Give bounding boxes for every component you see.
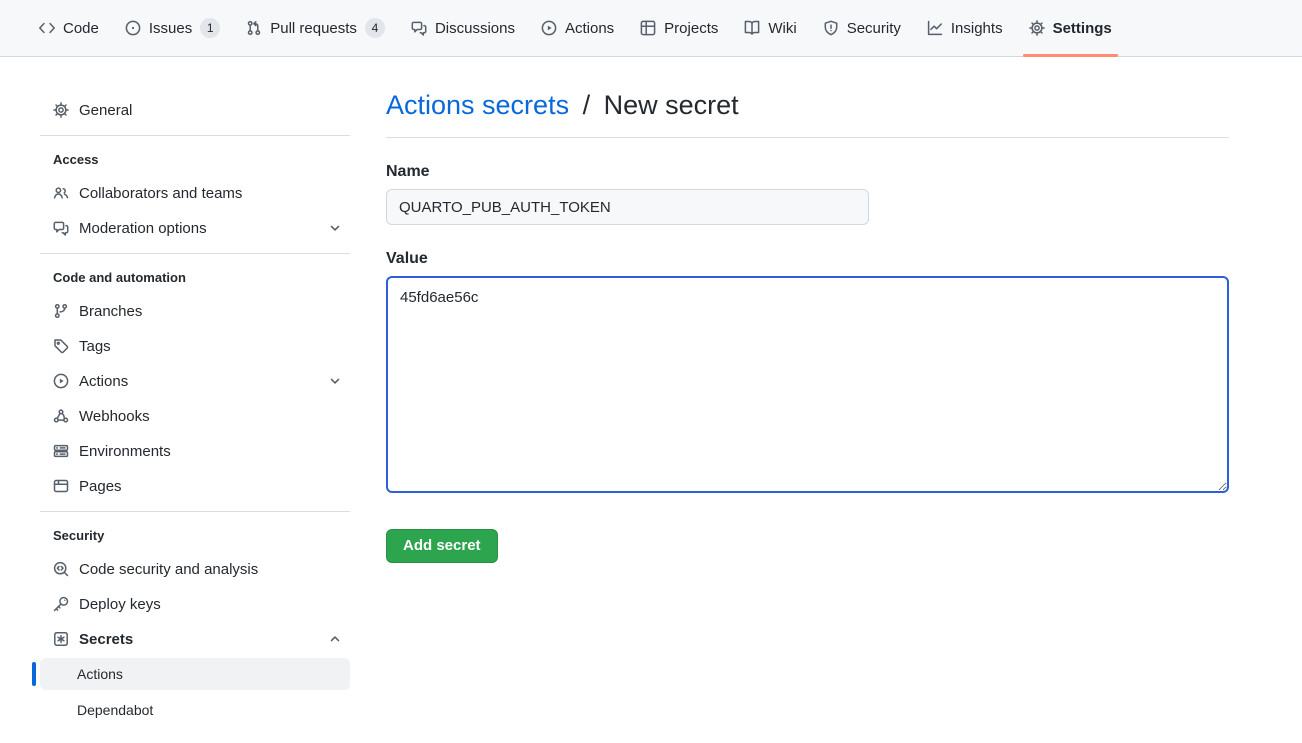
sidebar-item-branches[interactable]: Branches bbox=[40, 295, 350, 327]
sidebar-item-tags[interactable]: Tags bbox=[40, 330, 350, 362]
sidebar-item-label: General bbox=[79, 102, 132, 119]
people-icon bbox=[53, 185, 69, 201]
sidebar-item-environments[interactable]: Environments bbox=[40, 435, 350, 467]
new-secret-form: Actions secrets / New secret Name Value … bbox=[386, 89, 1229, 563]
chevron-up-icon bbox=[328, 632, 342, 646]
tab-security[interactable]: Security bbox=[813, 0, 911, 56]
tab-label: Code bbox=[63, 21, 99, 36]
chevron-down-icon bbox=[328, 374, 342, 388]
gear-icon bbox=[1029, 20, 1045, 36]
add-secret-button[interactable]: Add secret bbox=[386, 529, 498, 563]
tab-label: Projects bbox=[664, 21, 718, 36]
sidebar-subitem-secrets-dependabot[interactable]: Dependabot bbox=[40, 694, 350, 726]
tab-label: Insights bbox=[951, 21, 1003, 36]
secret-value-textarea[interactable] bbox=[386, 276, 1229, 493]
chevron-down-icon bbox=[328, 221, 342, 235]
sidebar-item-label: Actions bbox=[79, 373, 128, 390]
sidebar-item-label: Pages bbox=[79, 478, 122, 495]
tab-label: Settings bbox=[1053, 21, 1112, 36]
comment-discussion-icon bbox=[411, 20, 427, 36]
shield-icon bbox=[823, 20, 839, 36]
server-icon bbox=[53, 443, 69, 459]
breadcrumb: Actions secrets / New secret bbox=[386, 89, 1229, 121]
graph-icon bbox=[927, 20, 943, 36]
sidebar-item-moderation-options[interactable]: Moderation options bbox=[40, 212, 350, 244]
comment-discussion-icon bbox=[53, 220, 69, 236]
breadcrumb-actions-secrets-link[interactable]: Actions secrets bbox=[386, 90, 569, 120]
key-icon bbox=[53, 596, 69, 612]
tab-label: Pull requests bbox=[270, 21, 357, 36]
tab-actions[interactable]: Actions bbox=[531, 0, 624, 56]
sidebar-section-code-and-automation: Code and automation Branches Tags Action… bbox=[40, 253, 350, 502]
sidebar-item-label: Webhooks bbox=[79, 408, 150, 425]
tab-settings[interactable]: Settings bbox=[1019, 0, 1122, 56]
settings-sidebar: General Access Collaborators and teams M… bbox=[40, 94, 350, 730]
sidebar-item-pages[interactable]: Pages bbox=[40, 470, 350, 502]
name-label: Name bbox=[386, 163, 1229, 181]
browser-icon bbox=[53, 478, 69, 494]
sidebar-item-secrets[interactable]: Secrets bbox=[40, 623, 350, 655]
sidebar-section-title: Access bbox=[40, 136, 350, 177]
codescan-icon bbox=[53, 561, 69, 577]
sidebar-item-code-security-and-analysis[interactable]: Code security and analysis bbox=[40, 553, 350, 585]
sidebar-item-label: Environments bbox=[79, 443, 171, 460]
sidebar-item-label: Collaborators and teams bbox=[79, 185, 242, 202]
sidebar-item-label: Moderation options bbox=[79, 220, 207, 237]
tab-wiki[interactable]: Wiki bbox=[734, 0, 806, 56]
tab-label: Issues bbox=[149, 21, 192, 36]
sidebar-item-collaborators-and-teams[interactable]: Collaborators and teams bbox=[40, 177, 350, 209]
tab-insights[interactable]: Insights bbox=[917, 0, 1013, 56]
sidebar-section-access: Access Collaborators and teams Moderatio… bbox=[40, 135, 350, 244]
sidebar-item-webhooks[interactable]: Webhooks bbox=[40, 400, 350, 432]
pull-requests-count-badge: 4 bbox=[365, 18, 385, 38]
sidebar-item-general[interactable]: General bbox=[40, 94, 350, 126]
git-branch-icon bbox=[53, 303, 69, 319]
issue-opened-icon bbox=[125, 20, 141, 36]
value-label: Value bbox=[386, 250, 1229, 268]
play-icon bbox=[541, 20, 557, 36]
tab-code[interactable]: Code bbox=[29, 0, 109, 56]
tab-pull-requests[interactable]: Pull requests 4 bbox=[236, 0, 395, 56]
page-title: New secret bbox=[604, 90, 739, 120]
gear-icon bbox=[53, 102, 69, 118]
sidebar-item-label: Secrets bbox=[79, 631, 133, 648]
breadcrumb-separator: / bbox=[583, 90, 591, 120]
code-icon bbox=[39, 20, 55, 36]
repo-tab-bar: Code Issues 1 Pull requests 4 Discussion… bbox=[0, 0, 1302, 57]
asterisk-box-icon bbox=[53, 631, 69, 647]
sidebar-item-actions[interactable]: Actions bbox=[40, 365, 350, 397]
table-icon bbox=[640, 20, 656, 36]
secret-name-input[interactable] bbox=[386, 189, 869, 225]
tab-projects[interactable]: Projects bbox=[630, 0, 728, 56]
heading-divider bbox=[386, 137, 1229, 138]
sidebar-subitem-secrets-actions[interactable]: Actions bbox=[40, 658, 350, 690]
tab-issues[interactable]: Issues 1 bbox=[115, 0, 230, 56]
webhook-icon bbox=[53, 408, 69, 424]
tab-label: Discussions bbox=[435, 21, 515, 36]
tab-discussions[interactable]: Discussions bbox=[401, 0, 525, 56]
book-icon bbox=[744, 20, 760, 36]
issues-count-badge: 1 bbox=[200, 18, 220, 38]
tab-label: Security bbox=[847, 21, 901, 36]
sidebar-section-title: Code and automation bbox=[40, 254, 350, 295]
sidebar-item-label: Deploy keys bbox=[79, 596, 161, 613]
tag-icon bbox=[53, 338, 69, 354]
sidebar-item-label: Code security and analysis bbox=[79, 561, 258, 578]
sidebar-item-label: Tags bbox=[79, 338, 111, 355]
play-icon bbox=[53, 373, 69, 389]
sidebar-section-title: Security bbox=[40, 512, 350, 553]
sidebar-item-label: Branches bbox=[79, 303, 142, 320]
tab-label: Wiki bbox=[768, 21, 796, 36]
sidebar-item-deploy-keys[interactable]: Deploy keys bbox=[40, 588, 350, 620]
sidebar-section-security: Security Code security and analysis Depl… bbox=[40, 511, 350, 726]
git-pull-request-icon bbox=[246, 20, 262, 36]
sidebar-item-label: Dependabot bbox=[77, 702, 153, 718]
tab-label: Actions bbox=[565, 21, 614, 36]
sidebar-item-label: Actions bbox=[77, 666, 123, 682]
